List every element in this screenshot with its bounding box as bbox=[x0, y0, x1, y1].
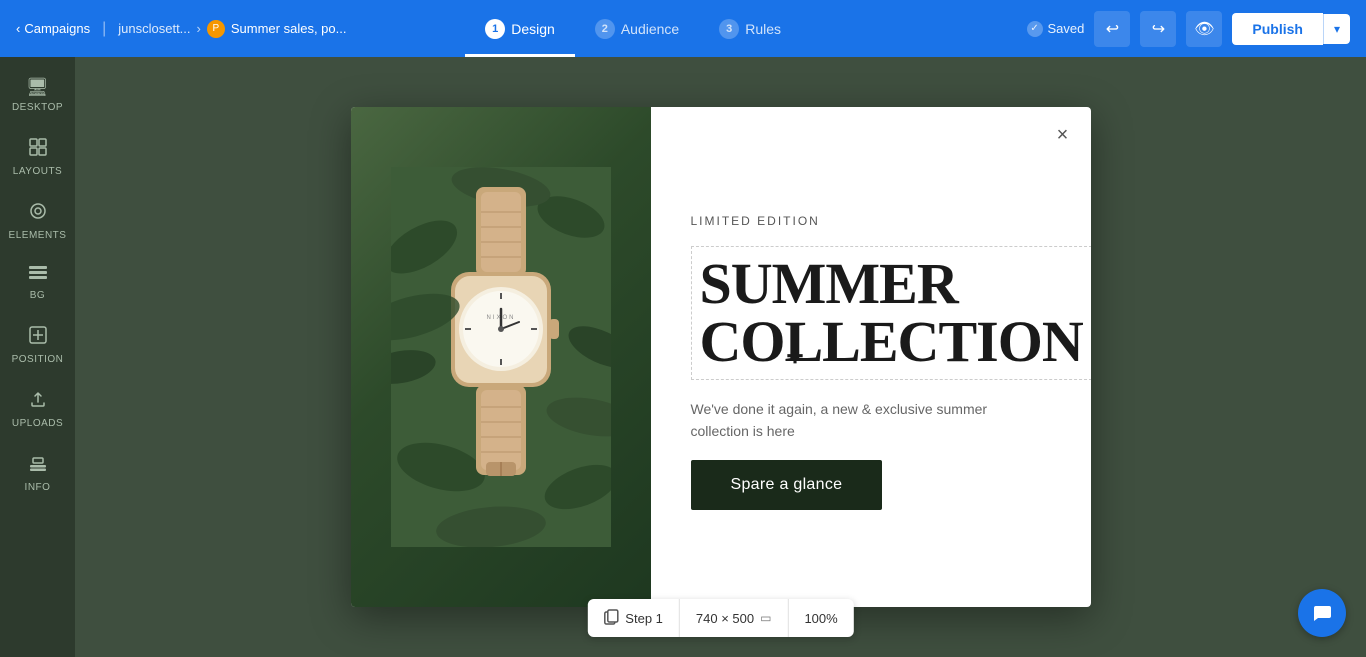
saved-status: ✓ Saved bbox=[1027, 21, 1085, 37]
campaigns-link[interactable]: Campaigns bbox=[24, 21, 90, 36]
popup-image-panel: NIXON bbox=[351, 107, 651, 607]
tab-design-label: Design bbox=[511, 21, 555, 37]
step-tabs: 1 Design 2 Audience 3 Rules bbox=[465, 0, 801, 57]
tab-audience-num: 2 bbox=[595, 19, 615, 39]
undo-button[interactable]: ↩ bbox=[1094, 11, 1130, 47]
summer-collection-title[interactable]: SUMMER COLLECTION ✛ bbox=[691, 246, 1091, 380]
sidebar-layouts-label: LAYOUTS bbox=[13, 166, 62, 177]
tab-audience-label: Audience bbox=[621, 21, 679, 37]
sidebar-item-bg[interactable]: BG bbox=[5, 255, 70, 311]
canvas-dimensions: 740 × 500 ▭ bbox=[680, 599, 789, 637]
position-icon bbox=[28, 325, 48, 350]
sidebar-item-desktop[interactable]: 🖥 DESKTOP bbox=[5, 67, 70, 123]
page-type-icon: P bbox=[207, 20, 225, 38]
chat-icon bbox=[1311, 602, 1333, 624]
top-navigation: ‹ Campaigns | junsclosett... › P Summer … bbox=[0, 0, 1366, 57]
step-copy-icon bbox=[603, 609, 619, 628]
nav-separator: | bbox=[102, 20, 106, 38]
back-to-campaigns[interactable]: ‹ Campaigns bbox=[16, 21, 90, 36]
title-line1: SUMMER bbox=[700, 255, 1083, 313]
publish-dropdown-button[interactable]: ▾ bbox=[1323, 14, 1350, 44]
zoom-level[interactable]: 100% bbox=[788, 599, 853, 637]
dimensions-value: 740 × 500 bbox=[696, 611, 754, 626]
uploads-icon bbox=[28, 389, 48, 414]
tab-rules[interactable]: 3 Rules bbox=[699, 0, 801, 57]
back-chevron-icon: ‹ bbox=[16, 21, 20, 36]
svg-text:NIXON: NIXON bbox=[486, 315, 515, 321]
bg-icon bbox=[28, 265, 48, 286]
info-icon bbox=[28, 453, 48, 478]
sidebar-info-label: INFO bbox=[25, 482, 51, 493]
publish-button[interactable]: Publish bbox=[1232, 13, 1323, 45]
bottom-bar: Powered by Adoric Step 1 740 × 500 ▭ bbox=[587, 579, 853, 637]
step-controls: Step 1 740 × 500 ▭ 100% bbox=[587, 599, 853, 637]
display-icon: ▭ bbox=[760, 611, 771, 625]
popup-description: We've done it again, a new & exclusive s… bbox=[691, 398, 991, 443]
publish-group: Publish ▾ bbox=[1232, 13, 1350, 45]
tab-rules-num: 3 bbox=[719, 19, 739, 39]
preview-button[interactable]: 👁 bbox=[1186, 11, 1222, 47]
tab-design-num: 1 bbox=[485, 19, 505, 39]
zoom-value: 100% bbox=[804, 611, 837, 626]
popup-close-button[interactable]: × bbox=[1049, 121, 1077, 149]
nav-right-controls: ✓ Saved ↩ ↪ 👁 Publish ▾ bbox=[1027, 11, 1350, 47]
chat-button[interactable] bbox=[1298, 589, 1346, 637]
tab-rules-label: Rules bbox=[745, 21, 781, 37]
sidebar-elements-label: ELEMENTS bbox=[9, 230, 67, 241]
sidebar-item-uploads[interactable]: UPLOADS bbox=[5, 379, 70, 439]
tab-audience[interactable]: 2 Audience bbox=[575, 0, 699, 57]
sidebar-item-info[interactable]: INFO bbox=[5, 443, 70, 503]
breadcrumb-campaign[interactable]: junsclosett... bbox=[118, 21, 190, 36]
popup-modal: × bbox=[351, 107, 1091, 607]
sidebar-position-label: POSITION bbox=[12, 354, 64, 365]
breadcrumb: junsclosett... › P Summer sales, po... bbox=[118, 20, 346, 38]
saved-label: Saved bbox=[1048, 21, 1085, 36]
watch-background-image: NIXON bbox=[351, 107, 651, 607]
saved-check-icon: ✓ bbox=[1027, 21, 1043, 37]
layouts-icon bbox=[28, 137, 48, 162]
sidebar-bg-label: BG bbox=[30, 290, 45, 301]
title-line2: COLLECTION bbox=[700, 313, 1083, 371]
step-indicator[interactable]: Step 1 bbox=[587, 599, 680, 637]
breadcrumb-chevron-icon: › bbox=[197, 21, 201, 36]
sidebar-item-layouts[interactable]: LAYOUTS bbox=[5, 127, 70, 187]
sidebar-item-elements[interactable]: ELEMENTS bbox=[5, 191, 70, 251]
limited-edition-label: LIMITED EDITION bbox=[691, 214, 1091, 228]
main-layout: 🖥 DESKTOP LAYOUTS ELEMENTS bbox=[0, 57, 1366, 657]
left-sidebar: 🖥 DESKTOP LAYOUTS ELEMENTS bbox=[0, 57, 75, 657]
popup-content-panel: LIMITED EDITION SUMMER COLLECTION ✛ We'v… bbox=[651, 107, 1091, 607]
desktop-icon: 🖥 bbox=[26, 77, 49, 98]
tab-design[interactable]: 1 Design bbox=[465, 0, 575, 57]
powered-by-label: Powered by Adoric bbox=[675, 579, 767, 591]
elements-icon bbox=[28, 201, 48, 226]
redo-button[interactable]: ↪ bbox=[1140, 11, 1176, 47]
step-label: Step 1 bbox=[625, 611, 663, 626]
canvas-area: × bbox=[75, 57, 1366, 657]
breadcrumb-current-page[interactable]: Summer sales, po... bbox=[231, 21, 347, 36]
sidebar-uploads-label: UPLOADS bbox=[12, 418, 63, 429]
sidebar-desktop-label: DESKTOP bbox=[12, 102, 63, 113]
cta-button[interactable]: Spare a glance bbox=[691, 460, 883, 510]
sidebar-item-position[interactable]: POSITION bbox=[5, 315, 70, 375]
watch-illustration: NIXON bbox=[391, 167, 611, 547]
